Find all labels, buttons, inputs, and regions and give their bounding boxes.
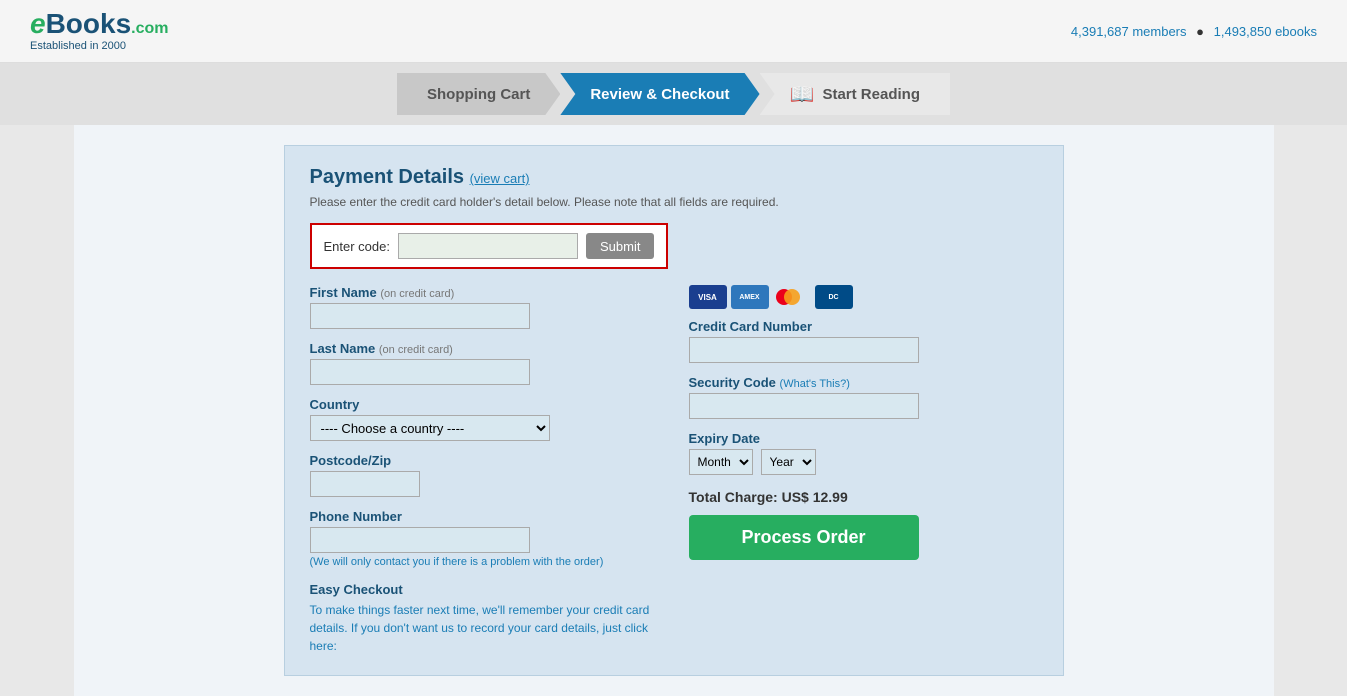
security-code-label: Security Code (What's This?)	[689, 375, 1038, 390]
expiry-label: Expiry Date	[689, 431, 1038, 446]
last-name-note: (on credit card)	[379, 344, 453, 356]
visa-icon: VISA	[689, 285, 727, 309]
members-count: 4,391,687 members	[1071, 24, 1187, 39]
header-stats: 4,391,687 members ● 1,493,850 ebooks	[1071, 24, 1317, 39]
last-name-group: Last Name (on credit card)	[310, 341, 659, 385]
step-shopping-cart[interactable]: Shopping Cart	[397, 73, 560, 115]
step1-label: Shopping Cart	[427, 86, 530, 103]
security-code-group: Security Code (What's This?)	[689, 375, 1038, 419]
postcode-input[interactable]	[310, 471, 420, 497]
phone-label: Phone Number	[310, 509, 659, 524]
separator-dot: ●	[1196, 24, 1204, 39]
logo-e-letter: e	[30, 8, 46, 39]
ebooks-count: 1,493,850 ebooks	[1214, 24, 1317, 39]
postcode-group: Postcode/Zip	[310, 453, 659, 497]
form-layout: First Name (on credit card) Last Name (o…	[310, 285, 1038, 655]
step3-label: Start Reading	[822, 86, 920, 103]
whats-this-link[interactable]: (What's This?)	[780, 378, 850, 390]
logo-com-text: .com	[131, 20, 168, 37]
mastercard-icon	[773, 285, 811, 309]
form-left: First Name (on credit card) Last Name (o…	[310, 285, 659, 655]
logo-books-text: Books	[46, 8, 132, 39]
cc-number-label: Credit Card Number	[689, 319, 1038, 334]
total-charge: Total Charge: US$ 12.99	[689, 489, 1038, 505]
step-start-reading[interactable]: 📖 Start Reading	[760, 73, 950, 115]
step-review-checkout[interactable]: Review & Checkout	[560, 73, 759, 115]
step2-label: Review & Checkout	[590, 86, 729, 103]
book-icon: 📖	[790, 82, 815, 107]
amex-icon: AMEX	[731, 285, 769, 309]
easy-checkout-title: Easy Checkout	[310, 582, 659, 597]
steps-nav: Shopping Cart Review & Checkout 📖 Start …	[0, 63, 1347, 125]
country-select[interactable]: ---- Choose a country ----	[310, 415, 550, 441]
last-name-label: Last Name (on credit card)	[310, 341, 659, 356]
easy-checkout-text: To make things faster next time, we'll r…	[310, 601, 659, 655]
promo-submit-button[interactable]: Submit	[586, 233, 654, 259]
payment-details-heading: Payment Details	[310, 166, 465, 188]
expiry-group: Expiry Date Month Year	[689, 431, 1038, 475]
phone-input[interactable]	[310, 527, 530, 553]
first-name-group: First Name (on credit card)	[310, 285, 659, 329]
main-content: Payment Details (view cart) Please enter…	[74, 125, 1274, 696]
last-name-input[interactable]	[310, 359, 530, 385]
promo-code-box: Enter code: Submit	[310, 223, 669, 269]
first-name-note: (on credit card)	[380, 288, 454, 300]
card-icons: VISA AMEX DC	[689, 285, 1038, 309]
promo-input[interactable]	[398, 233, 578, 259]
process-order-button[interactable]: Process Order	[689, 515, 919, 560]
security-code-input[interactable]	[689, 393, 919, 419]
expiry-year-select[interactable]: Year	[761, 449, 816, 475]
logo-text: eBooks.com	[30, 10, 169, 38]
postcode-label: Postcode/Zip	[310, 453, 659, 468]
form-right: VISA AMEX DC Credit Card Number Security…	[689, 285, 1038, 655]
cc-number-group: Credit Card Number	[689, 319, 1038, 363]
promo-label: Enter code:	[324, 239, 391, 254]
payment-box: Payment Details (view cart) Please enter…	[284, 145, 1064, 676]
logo: eBooks.com Established in 2000	[30, 10, 169, 52]
first-name-label: First Name (on credit card)	[310, 285, 659, 300]
diners-icon: DC	[815, 285, 853, 309]
steps-container: Shopping Cart Review & Checkout 📖 Start …	[0, 73, 1347, 115]
phone-group: Phone Number (We will only contact you i…	[310, 509, 659, 568]
page-header: eBooks.com Established in 2000 4,391,687…	[0, 0, 1347, 63]
view-cart-link[interactable]: (view cart)	[470, 171, 530, 186]
logo-established: Established in 2000	[30, 40, 169, 52]
payment-subtitle: Please enter the credit card holder's de…	[310, 195, 1038, 209]
phone-note: (We will only contact you if there is a …	[310, 556, 659, 568]
cc-number-input[interactable]	[689, 337, 919, 363]
expiry-month-select[interactable]: Month	[689, 449, 753, 475]
country-label: Country	[310, 397, 659, 412]
expiry-row: Month Year	[689, 449, 1038, 475]
country-group: Country ---- Choose a country ----	[310, 397, 659, 441]
first-name-input[interactable]	[310, 303, 530, 329]
payment-title: Payment Details (view cart)	[310, 166, 1038, 189]
